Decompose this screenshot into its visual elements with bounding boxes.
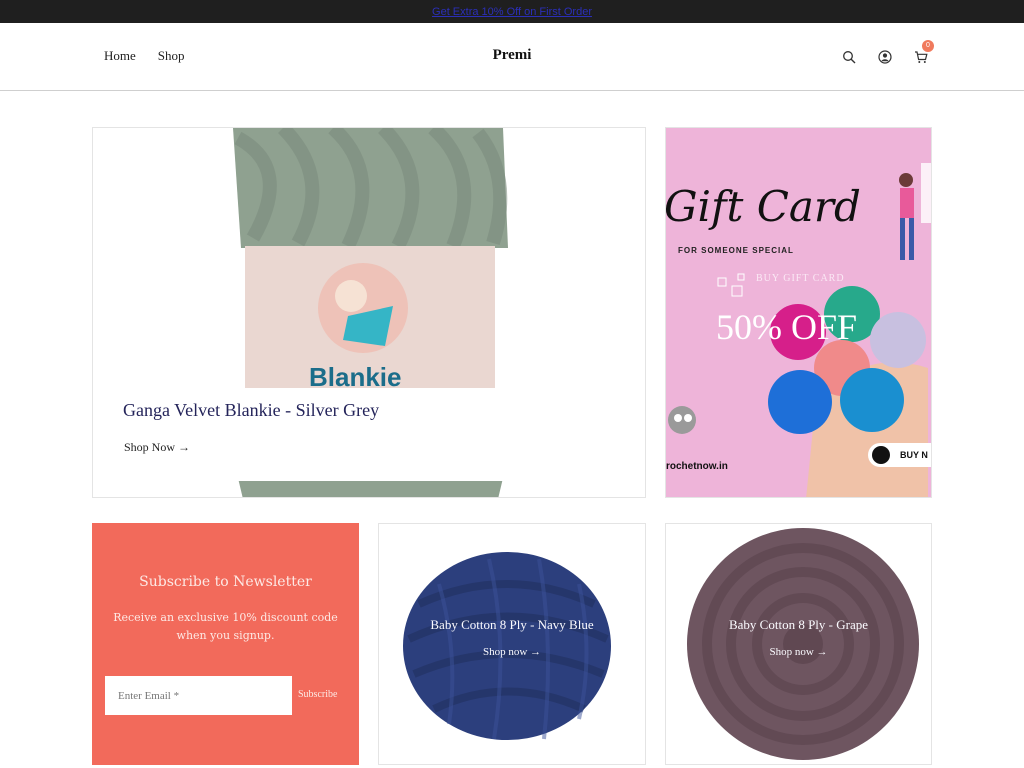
site-header: Home Shop Premi 0	[0, 23, 1024, 91]
label-brand-text: Blankie	[309, 362, 402, 392]
navy-yarn-ball-image	[403, 552, 611, 740]
header-icons: 0	[842, 40, 934, 64]
cart-icon[interactable]: 0	[914, 40, 934, 63]
newsletter-card: Subscribe to Newsletter Receive an exclu…	[92, 523, 359, 765]
gift-card-banner[interactable]: Gift Card FOR SOMEONE SPECIAL BUY GIFT C…	[665, 127, 932, 498]
newsletter-title: Subscribe to Newsletter	[139, 574, 312, 590]
product-shop-now-link[interactable]: Shop now →	[666, 646, 931, 658]
announcement-link[interactable]: Get Extra 10% Off on First Order	[432, 6, 592, 18]
announcement-bar: Get Extra 10% Off on First Order	[0, 0, 1024, 23]
product-card-navy[interactable]: Baby Cotton 8 Ply - Navy Blue Shop now →	[378, 523, 646, 765]
cart-count-badge: 0	[922, 40, 934, 52]
grape-yarn-ball-image	[687, 528, 919, 760]
product-shop-now-link[interactable]: Shop now →	[379, 646, 645, 658]
gift-card-button-label: BUY N	[900, 450, 928, 460]
hero-card[interactable]: Blankie Ganga Velvet Blankie - Silver Gr…	[92, 127, 646, 498]
cart-icon	[872, 446, 890, 464]
product-title[interactable]: Baby Cotton 8 Ply - Navy Blue	[379, 617, 645, 633]
gift-card-buy-button[interactable]: BUY N	[868, 443, 931, 467]
hero-shop-now-link[interactable]: Shop Now →	[124, 440, 190, 455]
hero-product-title[interactable]: Ganga Velvet Blankie - Silver Grey	[123, 400, 379, 421]
gift-card-website: rochetnow.in	[666, 461, 728, 472]
subscribe-button[interactable]: Subscribe	[298, 689, 337, 700]
gift-card-offer: 50% OFF	[716, 307, 858, 347]
gift-card-heading: Gift Card	[665, 182, 861, 231]
newsletter-description: Receive an exclusive 10% discount code w…	[113, 611, 338, 642]
account-icon[interactable]	[878, 49, 892, 64]
product-title[interactable]: Baby Cotton 8 Ply - Grape	[666, 617, 931, 633]
search-icon[interactable]	[842, 49, 856, 64]
product-card-grape[interactable]: Baby Cotton 8 Ply - Grape Shop now →	[665, 523, 932, 765]
email-input[interactable]	[105, 676, 292, 715]
gift-card-subtitle: FOR SOMEONE SPECIAL	[678, 246, 794, 255]
gift-card-buy-text: BUY GIFT CARD	[756, 273, 845, 284]
